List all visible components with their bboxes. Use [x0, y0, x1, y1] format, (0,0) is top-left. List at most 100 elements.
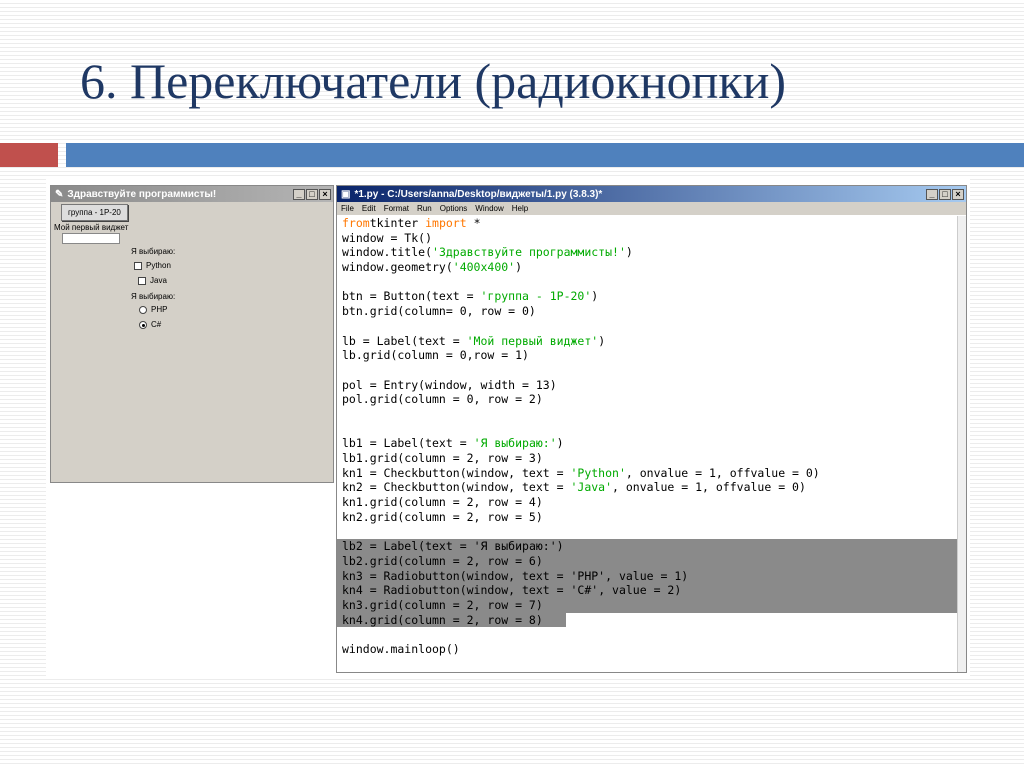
radio-icon [139, 305, 147, 314]
code-line: lb1.grid(column = 2, row = 3) [342, 451, 956, 466]
code-string: 'Здравствуйте программисты!' [432, 245, 626, 260]
tk-window: ✎ Здравствуйте программисты! _ □ × групп… [50, 185, 334, 483]
tk-titlebar[interactable]: ✎ Здравствуйте программисты! _ □ × [51, 186, 333, 202]
code-text: window.mainloop() [342, 641, 460, 656]
code-line: pol = Entry(window, width = 13) [342, 378, 956, 393]
code-text: tkinter [369, 216, 426, 230]
code-line: kn4 = Radiobutton(window, text = 'C#', v… [337, 583, 958, 598]
menu-help[interactable]: Help [512, 204, 528, 213]
code-text: ) [515, 260, 523, 275]
code-text: ) [556, 539, 564, 554]
accent-bar-blue [66, 143, 1024, 167]
code-line: lb1 = Label(text = 'Я выбираю:') [342, 436, 956, 451]
group-button[interactable]: группа - 1Р-20 [61, 204, 128, 221]
maximize-icon[interactable]: □ [306, 188, 318, 200]
code-string: 'Мой первый виджет' [466, 333, 599, 348]
radio-csharp-label: C# [151, 320, 162, 329]
idle-editor-window: ▣ *1.py - C:/Users/anna/Desktop/виджеты/… [336, 185, 967, 673]
code-text: , onvalue = 1, offvalue = 0) [625, 465, 820, 480]
code-line: kn1.grid(column = 2, row = 4) [342, 495, 956, 510]
code-line: pol.grid(column = 0, row = 2) [342, 392, 956, 407]
code-text: pol = Entry(window, width = 13) [342, 377, 557, 392]
code-text: kn4 = Radiobutton(window, text = [342, 583, 571, 598]
code-line: kn4.grid(column = 2, row = 8) [337, 612, 566, 628]
menu-window[interactable]: Window [475, 204, 503, 213]
code-line: kn2.grid(column = 2, row = 5) [342, 510, 956, 525]
code-text: kn3.grid(column = 2, row = 7) [342, 597, 543, 612]
menu-file[interactable]: File [341, 204, 354, 213]
code-text: lb = Label(text = [342, 333, 467, 348]
minimize-icon[interactable]: _ [926, 188, 938, 200]
idle-titlebar[interactable]: ▣ *1.py - C:/Users/anna/Desktop/виджеты/… [337, 186, 966, 202]
code-text: kn3 = Radiobutton(window, text = [342, 568, 571, 583]
code-text: , onvalue = 1, offvalue = 0) [612, 480, 806, 495]
code-text: , value = 2) [598, 583, 682, 598]
checkbox-java[interactable]: Java [138, 276, 167, 285]
idle-window-title: *1.py - C:/Users/anna/Desktop/виджеты/1.… [354, 188, 603, 200]
code-keyword: import [425, 216, 467, 230]
code-text: kn1.grid(column = 2, row = 4) [342, 495, 543, 510]
menu-edit[interactable]: Edit [362, 204, 376, 213]
code-line: kn2 = Checkbutton(window, text = 'Java',… [342, 480, 956, 495]
code-text: ) [625, 245, 633, 260]
code-string: 'Java' [570, 480, 613, 495]
code-text: kn2.grid(column = 2, row = 5) [342, 509, 543, 524]
code-text: kn1 = Checkbutton(window, text = [342, 465, 571, 480]
code-string: '400x400' [452, 260, 516, 275]
code-text: btn = Button(text = [342, 289, 481, 304]
vertical-scrollbar[interactable] [957, 216, 966, 672]
slide-title: 6. Переключатели (радиокнопки) [80, 53, 787, 109]
close-icon[interactable]: × [952, 188, 964, 200]
widget-label: Мой первый виджет [54, 223, 129, 232]
radio-php-label: PHP [151, 305, 168, 314]
code-string: 'группа - 1Р-20' [480, 289, 592, 304]
menu-format[interactable]: Format [384, 204, 409, 213]
code-string: 'PHP' [570, 568, 606, 583]
checkbox-icon [138, 276, 146, 285]
maximize-icon[interactable]: □ [939, 188, 951, 200]
radio-php[interactable]: PHP [139, 305, 167, 314]
text-entry[interactable] [62, 233, 120, 244]
checkbox-java-label: Java [150, 276, 167, 285]
code-line: lb2 = Label(text = 'Я выбираю:') [337, 539, 958, 554]
menu-options[interactable]: Options [440, 204, 468, 213]
code-text: kn2 = Checkbutton(window, text = [342, 480, 571, 495]
radio-csharp[interactable]: C# [139, 320, 161, 329]
menu-run[interactable]: Run [417, 204, 432, 213]
code-line: lb2.grid(column = 2, row = 6) [337, 553, 958, 569]
code-text: window = Tk() [342, 230, 433, 245]
code-text: ) [556, 436, 564, 451]
code-line: window.geometry('400x400') [342, 260, 956, 275]
code-text: lb1.grid(column = 2, row = 3) [342, 451, 543, 465]
accent-bar-red [0, 143, 58, 167]
code-line: window.mainloop() [342, 642, 956, 657]
close-icon[interactable]: × [319, 188, 331, 200]
minimize-icon[interactable]: _ [293, 188, 305, 200]
code-line: lb.grid(column = 0,row = 1) [342, 348, 956, 363]
radio-selected-icon [139, 320, 147, 329]
menu-bar: File Edit Format Run Options Window Help [337, 202, 966, 215]
code-editor[interactable]: fromtkinter import * window = Tk() window.… [337, 216, 958, 657]
code-text: kn4.grid(column = 2, row = 8) [342, 612, 543, 627]
code-keyword: from [342, 216, 370, 230]
code-string: 'Python' [570, 465, 626, 480]
code-text: * [466, 216, 481, 230]
code-line: window = Tk() [342, 231, 956, 246]
checkbox-icon [134, 261, 142, 270]
code-text: , value = 1) [605, 568, 689, 583]
code-line: window.title('Здравствуйте программисты!… [342, 245, 956, 260]
feather-icon: ✎ [55, 188, 64, 200]
code-string: 'Я выбираю:' [473, 539, 557, 554]
checkbox-python[interactable]: Python [134, 261, 171, 270]
code-text: window.geometry( [342, 260, 453, 275]
choose-label-2: Я выбираю: [131, 292, 176, 301]
code-line: btn.grid(column= 0, row = 0) [342, 304, 956, 319]
code-string: 'C#' [570, 583, 599, 598]
